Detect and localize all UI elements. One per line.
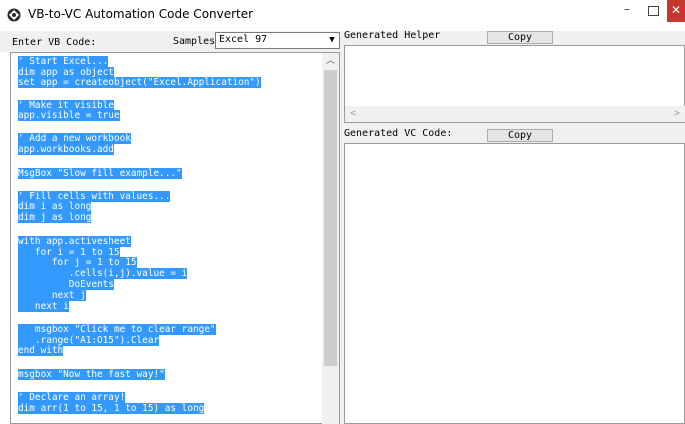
scroll-left-icon[interactable]: < <box>345 106 361 122</box>
maximize-icon <box>648 6 659 16</box>
copy-helper-button[interactable]: Copy <box>487 31 553 44</box>
app-icon <box>7 8 21 22</box>
scroll-right-icon[interactable]: > <box>669 106 685 122</box>
title-bar: VB-to-VC Automation Code Converter – ✕ <box>0 0 685 32</box>
code-line: next i <box>18 301 69 312</box>
code-line: with app.activesheet <box>18 236 131 247</box>
samples-dropdown[interactable]: Excel 97 ▼ <box>215 32 340 49</box>
samples-selected-value: Excel 97 <box>219 34 268 45</box>
copy-vc-button[interactable]: Copy <box>487 129 553 142</box>
code-line: next j <box>18 290 86 301</box>
code-line: ' Declare an array! <box>18 392 126 403</box>
chevron-down-icon[interactable]: ▼ <box>325 33 339 48</box>
vb-code-label: Enter VB Code: <box>12 37 97 48</box>
code-line: for j = 1 to 15 <box>18 257 137 268</box>
helper-label: Generated Helper <box>344 30 441 41</box>
code-line: end with <box>18 345 64 356</box>
window-title: VB-to-VC Automation Code Converter <box>28 7 254 21</box>
code-line: msgbox "Now the fast way!" <box>18 369 165 380</box>
code-line: app.visible = true <box>18 110 120 121</box>
code-line: MsgBox "Slow fill example..." <box>18 168 182 179</box>
scrollbar-thumb[interactable] <box>324 70 337 366</box>
code-line: set app = createobject("Excel.Applicatio… <box>18 77 261 88</box>
vb-header: Enter VB Code: Samples Excel 97 ▼ <box>0 31 340 52</box>
maximize-button[interactable] <box>640 0 666 22</box>
vc-code-box[interactable] <box>344 143 685 424</box>
samples-label: Samples <box>173 36 216 47</box>
vb-code-scrollbar[interactable]: ︿ <box>322 53 339 424</box>
code-line: dim i as long <box>18 201 92 212</box>
helper-hscrollbar[interactable]: < > <box>345 106 685 122</box>
code-line: dim j as long <box>18 212 92 223</box>
code-line: dim arr(1 to 15, 1 to 15) as long <box>18 403 205 414</box>
code-line: .cells(i,j).value = i <box>18 268 188 279</box>
code-line: ' Add a new workbook <box>18 133 131 144</box>
vc-code-label: Generated VC Code: <box>344 128 453 139</box>
code-line: msgbox "Click me to clear range" <box>18 324 216 335</box>
minimize-button[interactable]: – <box>614 0 640 22</box>
close-button[interactable]: ✕ <box>667 0 685 22</box>
code-line: DoEvents <box>18 279 114 290</box>
code-line: app.workbooks.add <box>18 144 114 155</box>
code-line: ' Start Excel... <box>18 56 109 67</box>
scroll-up-icon[interactable]: ︿ <box>322 53 339 70</box>
